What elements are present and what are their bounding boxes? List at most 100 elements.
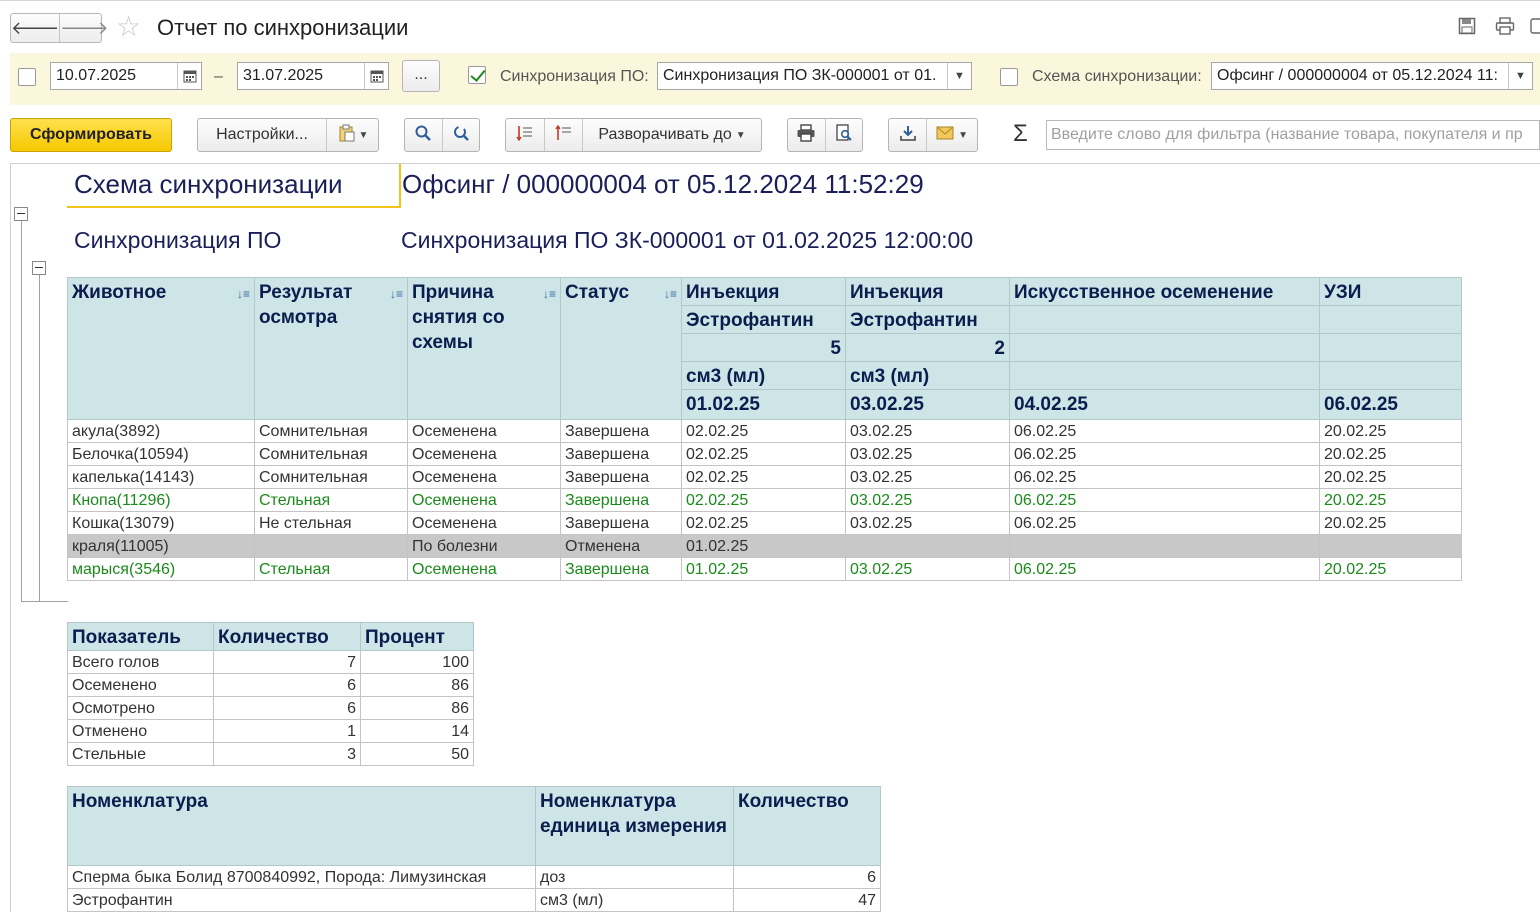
column-header[interactable]: Животное ↓≡ (67, 277, 255, 420)
table-cell[interactable]: 06.02.25 (1009, 511, 1320, 535)
table-cell[interactable]: Сперма быка Болид 8700840992, Порода: Ли… (67, 865, 536, 889)
sort-icon[interactable]: ↓≡ (390, 282, 403, 307)
table-cell[interactable]: Осеменена (407, 488, 561, 512)
expand-all-button[interactable] (506, 119, 544, 151)
table-cell[interactable]: краля(11005) (67, 534, 255, 558)
column-header[interactable]: Процент (360, 622, 474, 651)
table-cell[interactable] (1009, 534, 1320, 558)
table-row[interactable]: Стельные 3 50 (67, 742, 474, 766)
table-cell[interactable]: Сомнительная (254, 419, 408, 443)
table-cell[interactable]: Завершена (560, 419, 682, 443)
table-cell[interactable]: 03.02.25 (845, 511, 1010, 535)
table-cell[interactable]: 20.02.25 (1319, 465, 1462, 489)
table-cell[interactable]: 02.02.25 (681, 511, 846, 535)
save-file-button[interactable] (889, 119, 926, 151)
table-cell[interactable]: Осеменена (407, 465, 561, 489)
table-cell[interactable]: Завершена (560, 557, 682, 581)
table-cell[interactable]: 20.02.25 (1319, 419, 1462, 443)
table-cell[interactable]: Осеменено (67, 673, 214, 697)
table-cell[interactable]: см3 (мл) (535, 888, 734, 912)
table-cell[interactable]: 06.02.25 (1009, 557, 1320, 581)
table-cell[interactable]: 14 (360, 719, 474, 743)
table-cell[interactable]: Отменена (560, 534, 682, 558)
table-cell[interactable]: 01.02.25 (681, 557, 846, 581)
table-cell[interactable]: 6 (213, 673, 361, 697)
generate-button[interactable]: Сформировать (10, 118, 172, 152)
table-cell[interactable]: Эстрофантин (67, 888, 536, 912)
search-replace-button[interactable] (441, 119, 479, 151)
table-row[interactable]: Осеменено 6 86 (67, 673, 474, 697)
table-cell[interactable]: 7 (213, 650, 361, 674)
table-cell[interactable] (845, 534, 1010, 558)
sort-icon[interactable]: ↓≡ (664, 282, 677, 307)
table-cell[interactable]: Отменено (67, 719, 214, 743)
table-cell[interactable]: Всего голов (67, 650, 214, 674)
table-cell[interactable]: Сомнительная (254, 442, 408, 466)
filter-search-input[interactable]: Введите слово для фильтра (название това… (1046, 120, 1540, 150)
print-icon[interactable] (1494, 17, 1516, 37)
column-header[interactable]: Количество (213, 622, 361, 651)
back-button[interactable]: 🡐 (11, 14, 59, 42)
table-cell[interactable]: марыся(3546) (67, 557, 255, 581)
table-cell[interactable]: Осмотрено (67, 696, 214, 720)
sync-select[interactable]: Синхронизация ПО ЗК-000001 от 01. ▼ (657, 62, 972, 90)
forward-button[interactable]: 🡒 (59, 14, 109, 42)
table-cell[interactable]: 06.02.25 (1009, 488, 1320, 512)
table-cell[interactable]: Осеменена (407, 511, 561, 535)
table-cell[interactable]: Стельная (254, 488, 408, 512)
table-row[interactable]: Кнопа(11296) Стельная Осеменена Завершена 02… (67, 488, 1462, 512)
print-button[interactable] (788, 119, 825, 151)
table-cell[interactable]: доз (535, 865, 734, 889)
table-cell[interactable]: Завершена (560, 465, 682, 489)
table-cell[interactable]: Завершена (560, 511, 682, 535)
column-header[interactable]: Результат осмотра ↓≡ (254, 277, 408, 420)
print-preview-button[interactable] (824, 119, 862, 151)
sync-checkbox[interactable] (468, 66, 486, 84)
table-row[interactable]: Сперма быка Болид 8700840992, Порода: Ли… (67, 865, 881, 889)
table-cell[interactable]: 1 (213, 719, 361, 743)
table-cell[interactable]: Не стельная (254, 511, 408, 535)
column-header[interactable]: Причина снятия со схемы ↓≡ (407, 277, 561, 420)
table-row[interactable]: Всего голов 7 100 (67, 650, 474, 674)
table-cell[interactable]: Кнопа(11296) (67, 488, 255, 512)
table-row[interactable]: Отменено 1 14 (67, 719, 474, 743)
table-cell[interactable]: 02.02.25 (681, 465, 846, 489)
table-row[interactable]: Осмотрено 6 86 (67, 696, 474, 720)
table-cell[interactable]: 6 (733, 865, 881, 889)
table-row[interactable]: марыся(3546) Стельная Осеменена Завершена 01… (67, 557, 1462, 581)
table-cell[interactable]: 20.02.25 (1319, 511, 1462, 535)
send-email-button[interactable]: ▼ (926, 119, 977, 151)
table-cell[interactable]: 47 (733, 888, 881, 912)
period-checkbox[interactable] (18, 68, 36, 86)
scheme-select[interactable]: Офсинг / 000000004 от 05.12.2024 11: ▼ (1211, 62, 1533, 90)
table-cell[interactable]: По болезни (407, 534, 561, 558)
chevron-down-icon[interactable]: ▼ (1508, 63, 1532, 89)
sort-icon[interactable]: ↓≡ (543, 282, 556, 307)
column-header[interactable]: Количество (733, 786, 881, 866)
table-cell[interactable]: 06.02.25 (1009, 465, 1320, 489)
collapse-group-icon[interactable] (32, 261, 46, 275)
table-cell[interactable]: 02.02.25 (681, 488, 846, 512)
settings-button[interactable]: Настройки... (198, 119, 326, 151)
table-cell[interactable]: Осеменена (407, 442, 561, 466)
table-cell[interactable]: акула(3892) (67, 419, 255, 443)
sum-sigma-icon[interactable]: Σ (1013, 120, 1028, 148)
table-cell[interactable]: капелька(14143) (67, 465, 255, 489)
table-cell[interactable]: 03.02.25 (845, 419, 1010, 443)
expand-to-button[interactable]: Разворачивать до ▼ (582, 119, 761, 151)
table-cell[interactable]: Стельная (254, 557, 408, 581)
table-cell[interactable]: 03.02.25 (845, 465, 1010, 489)
save-icon[interactable] (1456, 17, 1478, 37)
table-cell[interactable]: Завершена (560, 442, 682, 466)
table-cell[interactable]: 100 (360, 650, 474, 674)
table-cell[interactable]: 06.02.25 (1009, 442, 1320, 466)
table-cell[interactable]: 86 (360, 696, 474, 720)
calendar-icon[interactable] (364, 63, 388, 89)
table-cell[interactable]: 01.02.25 (681, 534, 846, 558)
table-row[interactable]: Белочка(10594) Сомнительная Осеменена Завер… (67, 442, 1462, 466)
table-cell[interactable]: Стельные (67, 742, 214, 766)
table-cell[interactable] (1319, 534, 1462, 558)
period-select-button[interactable]: ... (402, 60, 440, 92)
column-header[interactable]: Номенклатура (67, 786, 536, 866)
table-cell[interactable]: Сомнительная (254, 465, 408, 489)
